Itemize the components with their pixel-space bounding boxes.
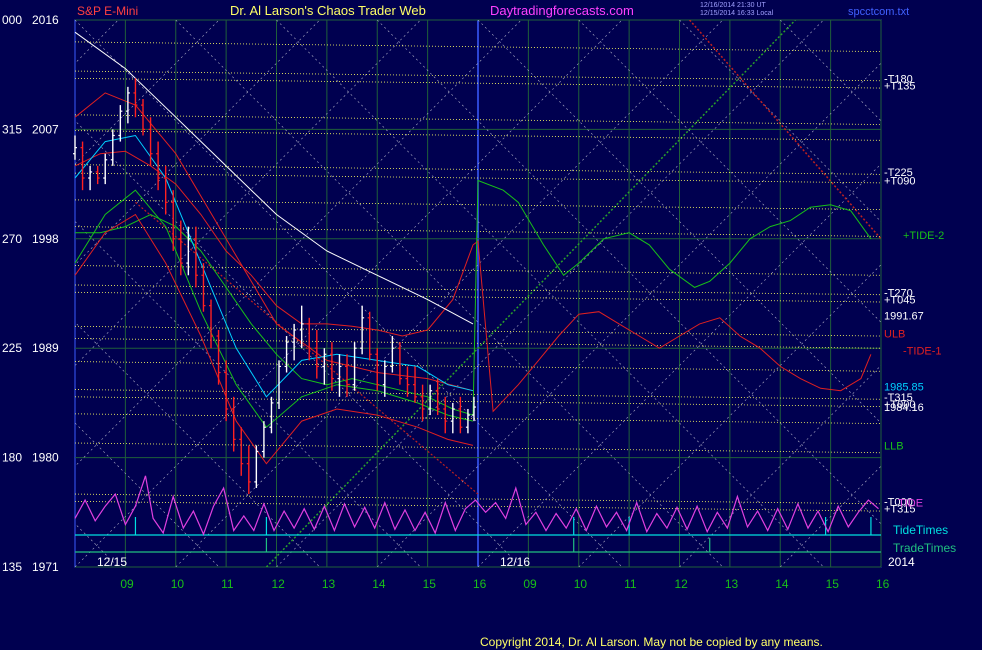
x-tick-label: 14 <box>775 577 789 591</box>
x-tick-label: 16 <box>876 577 890 591</box>
level-label: TIDE <box>898 498 923 510</box>
y-tick-label-left: 135 <box>2 560 22 574</box>
y-tick-label-left: 000 <box>2 13 22 27</box>
site-url: Daytradingforecasts.com <box>490 3 634 18</box>
x-tick-label: 13 <box>322 577 336 591</box>
level-label: 1984.16 <box>884 402 924 414</box>
x-tick-label: 10 <box>171 577 185 591</box>
level-label: ULB <box>884 329 905 341</box>
x-tick-label: 09 <box>523 577 537 591</box>
data-file: spcctcom.txt <box>848 6 909 18</box>
x-tick-label: 16 <box>473 577 487 591</box>
day-label: 12/16 <box>500 555 530 569</box>
x-tick-label: 12 <box>272 577 286 591</box>
x-tick-label: 14 <box>372 577 386 591</box>
level-label: LLB <box>884 440 904 452</box>
x-tick-label: 15 <box>826 577 840 591</box>
day-label: 12/15 <box>97 555 127 569</box>
x-tick-label: 15 <box>423 577 437 591</box>
legend-label: TradeTimes <box>893 541 956 555</box>
x-tick-label: 13 <box>725 577 739 591</box>
y-tick-label-left: 270 <box>2 232 22 246</box>
y-tick-label-right: 1980 <box>32 451 59 465</box>
x-tick-label: 11 <box>624 577 637 591</box>
level-label: +T135 <box>884 81 916 93</box>
y-tick-label-right: 1989 <box>32 341 59 355</box>
y-tick-label-left: 180 <box>2 451 22 465</box>
level-label: +T045 <box>884 295 916 307</box>
level-label: +T090 <box>884 175 916 187</box>
x-tick-label: 12 <box>675 577 689 591</box>
site-title: Dr. Al Larson's Chaos Trader Web <box>230 3 426 18</box>
legend-label: TideTimes <box>893 523 948 537</box>
y-tick-label-right: 1998 <box>32 232 59 246</box>
x-tick-label: 09 <box>120 577 134 591</box>
chart-canvas: 000 2016 315 2007 270 1998 225 1989 180 1980 135 19… <box>0 0 982 650</box>
y-tick-label-left: 315 <box>2 122 22 136</box>
x-tick-label: 10 <box>574 577 588 591</box>
timestamp-local: 12/15/2014 16:33 Local <box>700 10 774 17</box>
y-tick-label-right: 2007 <box>32 122 59 136</box>
y-tick-label-right: 2016 <box>32 13 59 27</box>
year-label: 2014 <box>888 555 915 569</box>
copyright: Copyright 2014, Dr. Al Larson. May not b… <box>480 635 823 649</box>
level-label: +TIDE-2 <box>903 230 944 242</box>
x-tick-label: 11 <box>221 577 234 591</box>
y-tick-label-left: 225 <box>2 341 22 355</box>
instrument-title: S&P E-Mini <box>77 4 138 18</box>
y-tick-label-right: 1971 <box>32 560 59 574</box>
level-label: -TIDE-1 <box>903 346 942 358</box>
level-label: 1991.67 <box>884 311 924 323</box>
timestamp-ut: 12/16/2014 21:30 UT <box>700 2 766 9</box>
